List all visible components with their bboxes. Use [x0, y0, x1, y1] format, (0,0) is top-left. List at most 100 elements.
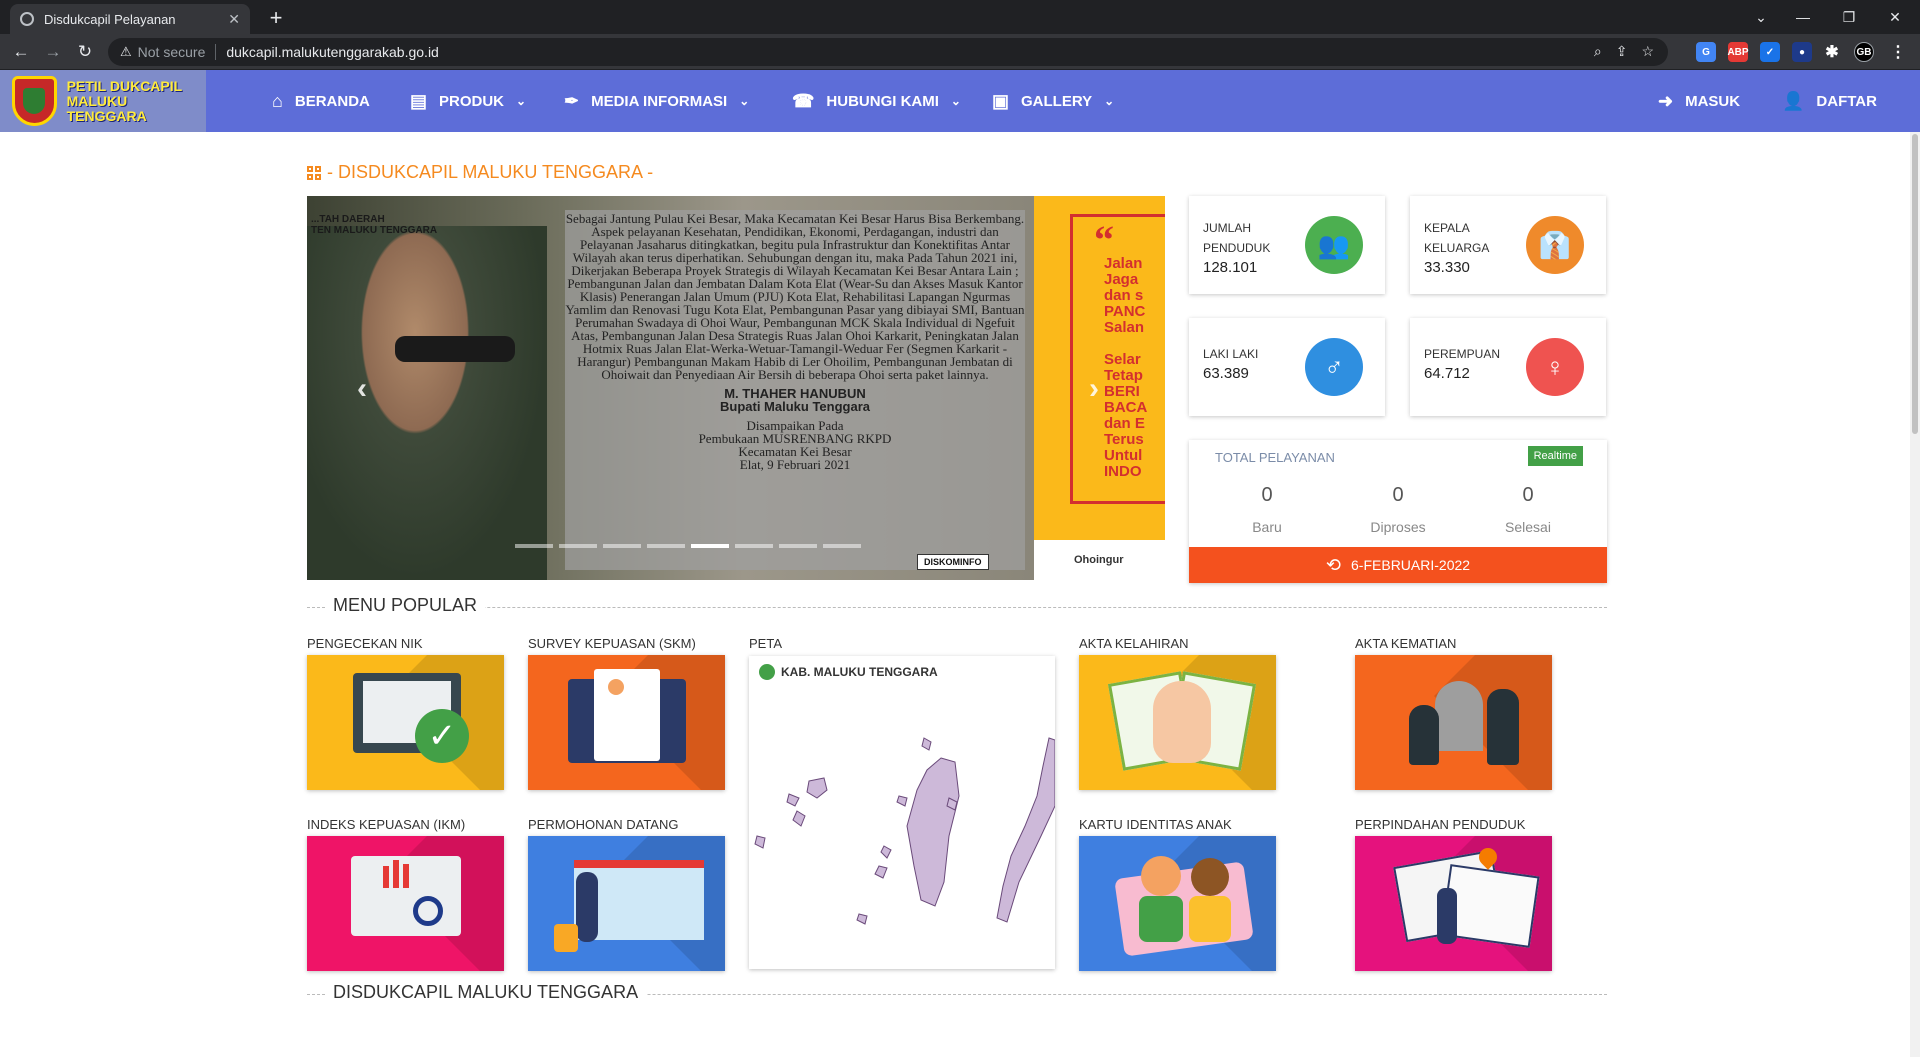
minimize-button[interactable]: — [1780, 0, 1826, 34]
tile-label-kia: KARTU IDENTITAS ANAK [1079, 817, 1232, 832]
nav-media-label: MEDIA INFORMASI [591, 92, 728, 110]
check-extension-icon[interactable]: ✓ [1760, 42, 1780, 62]
zoom-icon[interactable]: ⌕ [1594, 43, 1602, 60]
regency-emblem-icon [12, 76, 57, 126]
nav-media-informasi[interactable]: ✒ MEDIA INFORMASI ⌄ [564, 70, 749, 132]
nav-beranda[interactable]: ⌂ BERANDA [272, 70, 370, 132]
home-icon: ⌂ [272, 90, 283, 111]
baby-icon [1153, 681, 1211, 763]
close-window-button[interactable]: ✕ [1872, 0, 1918, 34]
browser-menu-icon[interactable]: ⋮ [1888, 42, 1908, 62]
close-tab-icon[interactable]: ✕ [228, 11, 240, 28]
tile-permohonan-datang[interactable] [528, 836, 725, 971]
slide-footer-4: Elat, 9 Februari 2021 [739, 457, 851, 472]
reload-button[interactable]: ↻ [72, 39, 98, 65]
carousel-indicator[interactable] [823, 544, 861, 548]
tile-survey-kepuasan[interactable] [528, 655, 725, 790]
tile-kartu-identitas-anak[interactable] [1079, 836, 1276, 971]
pelayanan-selesai: 0 Selesai [1468, 484, 1588, 535]
map-title: KAB. MALUKU TENGGARA [781, 665, 938, 679]
carousel-indicator[interactable] [691, 544, 729, 548]
carousel-indicator[interactable] [735, 544, 773, 548]
carousel-indicator[interactable] [603, 544, 641, 548]
nav-gallery-label: GALLERY [1021, 92, 1093, 110]
chevron-down-icon: ⌄ [1104, 94, 1115, 108]
back-button[interactable]: ← [8, 39, 34, 65]
carousel-next-icon[interactable]: › [1089, 372, 1099, 406]
stat-label: LAKI LAKI [1203, 347, 1259, 361]
restore-button[interactable]: ❐ [1826, 0, 1872, 34]
carousel-slide-next: “ Jalan Jaga dan s PANC Salan Selar Teta… [1034, 196, 1165, 580]
map-island[interactable] [880, 845, 892, 859]
nav-masuk[interactable]: ➜ MASUK [1658, 70, 1740, 132]
count-value: 0 [1261, 484, 1273, 506]
url-text: dukcapil.malukutenggarakab.go.id [226, 44, 439, 60]
map-island[interactable] [806, 777, 828, 799]
map-island[interactable] [856, 913, 868, 925]
map-island[interactable] [874, 865, 888, 879]
share-icon[interactable]: ⇪ [1616, 43, 1628, 60]
adblock-extension-icon[interactable]: ABP [1727, 42, 1749, 62]
stat-card-keluarga: KEPALA KELUARGA 33.330 👔 [1410, 196, 1606, 294]
nav-produk-label: PRODUK [439, 92, 505, 110]
puzzle-extensions-icon[interactable]: ✱ [1822, 42, 1842, 62]
map-card[interactable]: KAB. MALUKU TENGGARA [749, 656, 1055, 969]
hero-carousel[interactable]: ...TAH DAERAH TEN MALUKU TENGGARA Sebaga… [307, 196, 1165, 580]
carousel-indicator[interactable] [559, 544, 597, 548]
browser-tab-strip: Disdukcapil Pelayanan ✕ + ⌄ — ❐ ✕ [0, 0, 1920, 34]
hero-title-text: - DISDUKCAPIL MALUKU TENGGARA - [327, 162, 654, 182]
forward-button[interactable]: → [40, 39, 66, 65]
carousel-prev-icon[interactable]: ‹ [357, 372, 367, 406]
security-label: Not secure [137, 44, 206, 60]
tab-search-icon[interactable]: ⌄ [1738, 0, 1784, 34]
regency-map[interactable] [749, 686, 1055, 966]
map-island[interactable] [896, 795, 908, 807]
map-island[interactable] [786, 793, 800, 807]
tombstone-icon [1435, 681, 1483, 751]
slide-banner-text: ...TAH DAERAH TEN MALUKU TENGGARA [311, 214, 438, 236]
chevron-down-icon: ⌄ [516, 94, 527, 108]
user-tie-icon: 👔 [1526, 216, 1584, 274]
nav-produk[interactable]: ▤ PRODUK ⌄ [410, 70, 526, 132]
nav-gallery[interactable]: ▣ GALLERY ⌄ [992, 70, 1114, 132]
realtime-badge: Realtime [1527, 446, 1583, 466]
slide-quote-body: Sebagai Jantung Pulau Kei Besar, Maka Ke… [565, 211, 1025, 382]
map-island[interactable] [792, 810, 806, 827]
map-island-kei-besar[interactable] [996, 737, 1055, 923]
browser-tab[interactable]: Disdukcapil Pelayanan ✕ [10, 4, 250, 34]
person-icon [1437, 888, 1457, 944]
address-bar[interactable]: ⚠ Not secure dukcapil.malukutenggarakab.… [108, 38, 1668, 66]
new-tab-button[interactable]: + [262, 4, 290, 32]
nav-hubungi-kami[interactable]: ☎ HUBUNGI KAMI ⌄ [792, 70, 961, 132]
slide2-text: Jalan Jaga dan s PANC Salan Selar Tetap … [1104, 255, 1148, 480]
map-island-kei-kecil[interactable] [906, 757, 960, 907]
carousel-indicator[interactable] [515, 544, 553, 548]
map-island[interactable] [754, 835, 766, 849]
brand-line-2: MALUKU TENGGARA [66, 92, 147, 124]
pelayanan-date-bar: ⟲ 6-FEBRUARI-2022 [1189, 547, 1607, 583]
tile-label-pindah: PERPINDAHAN PENDUDUK [1355, 817, 1526, 832]
site-logo[interactable]: PETIL DUKCAPIL MALUKU TENGGARA [0, 70, 206, 132]
translate-extension-icon[interactable]: G [1696, 42, 1716, 62]
sign-in-icon: ➜ [1658, 90, 1674, 111]
extension-icon[interactable]: ● [1792, 42, 1812, 62]
scrollbar-thumb[interactable] [1912, 134, 1918, 434]
tile-indeks-kepuasan[interactable] [307, 836, 504, 971]
nav-daftar[interactable]: 👤 DAFTAR [1782, 70, 1877, 132]
map-island[interactable] [921, 737, 932, 751]
tile-akta-kelahiran[interactable] [1079, 655, 1276, 790]
profile-avatar[interactable]: GB [1854, 42, 1874, 62]
bookmark-star-icon[interactable]: ☆ [1641, 43, 1654, 60]
image-icon: ▣ [992, 90, 1010, 111]
carousel-indicator[interactable] [647, 544, 685, 548]
page-scrollbar[interactable] [1910, 132, 1920, 1057]
tile-perpindahan-penduduk[interactable] [1355, 836, 1552, 971]
carousel-indicator[interactable] [779, 544, 817, 548]
slide-signer-title: Bupati Maluku Tenggara [720, 399, 870, 414]
suitcase-icon [554, 924, 578, 952]
tile-pengecekan-nik[interactable]: ✓ [307, 655, 504, 790]
child-icon [1141, 856, 1181, 896]
carousel-indicators [515, 544, 861, 548]
stat-card-penduduk: JUMLAH PENDUDUK 128.101 👥 [1189, 196, 1385, 294]
tile-akta-kematian[interactable] [1355, 655, 1552, 790]
